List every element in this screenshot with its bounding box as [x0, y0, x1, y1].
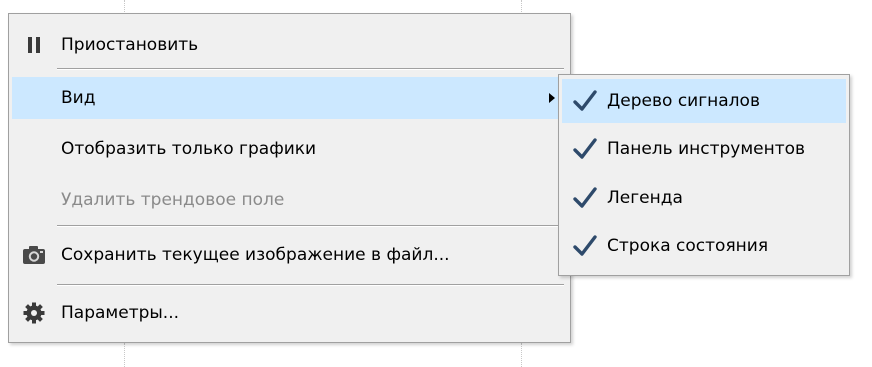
check-icon — [573, 138, 597, 159]
menu-item-label: Сохранить текущее изображение в файл... — [61, 245, 450, 265]
screen: Приостановить Вид Отобразить только граф… — [0, 0, 872, 367]
menu-item-label: Параметры... — [61, 303, 180, 323]
camera-icon — [20, 241, 48, 269]
menu-separator — [57, 284, 564, 286]
pause-icon — [20, 31, 48, 59]
guide-line — [521, 343, 522, 367]
check-icon — [573, 235, 597, 256]
gear-icon — [20, 299, 48, 327]
submenu-item-label: Дерево сигналов — [607, 91, 760, 111]
submenu-arrow-icon — [549, 93, 555, 103]
menu-item-view[interactable]: Вид — [12, 77, 567, 119]
submenu-item-label: Легенда — [607, 188, 683, 208]
submenu-item-toolbar[interactable]: Панель инструментов — [562, 127, 846, 171]
menu-item-show-charts-only[interactable]: Отобразить только графики — [12, 128, 567, 170]
menu-item-save-image[interactable]: Сохранить текущее изображение в файл... — [12, 234, 567, 276]
menu-item-label: Вид — [61, 88, 96, 108]
context-menu: Приостановить Вид Отобразить только граф… — [8, 13, 571, 343]
guide-line — [124, 0, 125, 14]
submenu-item-signal-tree[interactable]: Дерево сигналов — [562, 79, 846, 123]
menu-item-label: Отобразить только графики — [61, 139, 317, 159]
check-icon — [573, 90, 597, 111]
menu-item-delete-trend-field: Удалить трендовое поле — [12, 179, 567, 221]
submenu-item-legend[interactable]: Легенда — [562, 176, 846, 220]
menu-item-pause[interactable]: Приостановить — [12, 24, 567, 66]
menu-separator — [57, 68, 564, 70]
menu-separator — [57, 225, 564, 227]
menu-item-parameters[interactable]: Параметры... — [12, 292, 567, 334]
submenu-item-label: Строка состояния — [607, 236, 769, 256]
submenu-item-status-bar[interactable]: Строка состояния — [562, 224, 846, 268]
guide-line — [521, 0, 522, 14]
menu-item-label: Приостановить — [61, 35, 199, 55]
menu-item-label: Удалить трендовое поле — [61, 190, 285, 210]
view-submenu: Дерево сигналов Панель инструментов Леге… — [558, 74, 850, 276]
submenu-item-label: Панель инструментов — [607, 139, 806, 159]
guide-line — [124, 343, 125, 367]
check-icon — [573, 187, 597, 208]
